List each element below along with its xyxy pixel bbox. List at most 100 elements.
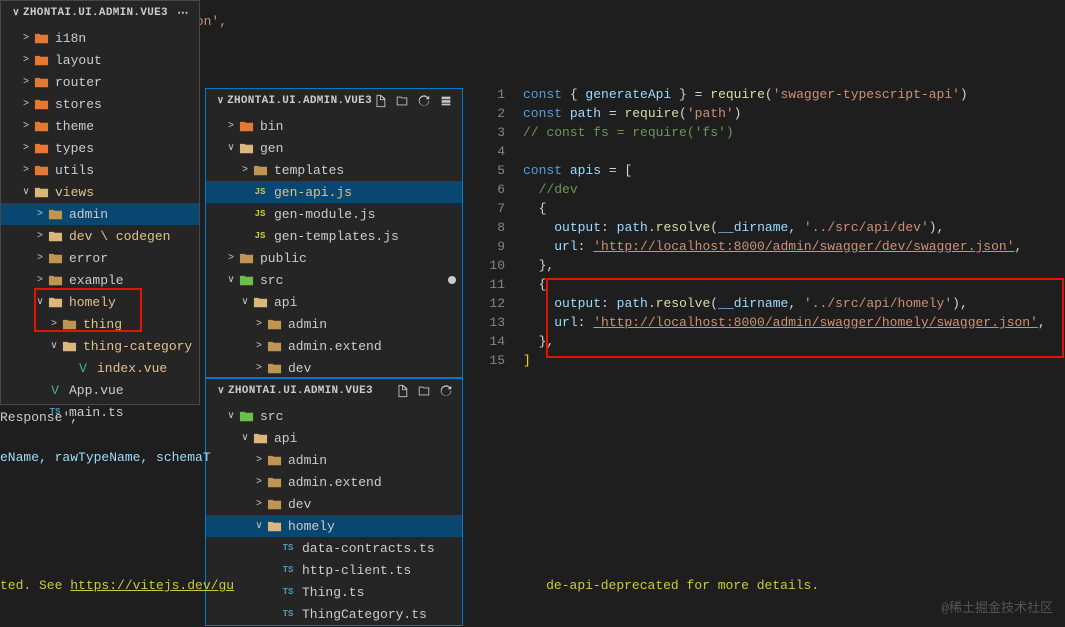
new-folder-icon[interactable]: [416, 383, 432, 399]
folder-item[interactable]: > admin: [1, 203, 199, 225]
chevron-icon[interactable]: ∨: [224, 274, 238, 286]
chevron-icon[interactable]: >: [224, 253, 238, 264]
folder-item[interactable]: ∨thing-category: [1, 335, 199, 357]
chevron-icon[interactable]: >: [252, 455, 266, 466]
chevron-icon[interactable]: >: [252, 341, 266, 352]
chevron-icon[interactable]: ∨: [47, 340, 61, 352]
chevron-down-icon[interactable]: ∨: [214, 95, 227, 107]
folder-item[interactable]: >thing: [1, 313, 199, 335]
folder-item[interactable]: >dev \ codegen: [1, 225, 199, 247]
chevron-icon[interactable]: >: [33, 231, 47, 242]
chevron-icon[interactable]: >: [252, 363, 266, 374]
explorer-title: ZHONTAI.UI.ADMIN.VUE3: [228, 385, 394, 397]
chevron-icon[interactable]: >: [19, 33, 33, 44]
output-fragment-1: Response',: [0, 410, 78, 425]
file-item[interactable]: Vindex.vue: [1, 357, 199, 379]
folder-item[interactable]: >router: [1, 71, 199, 93]
folder-item[interactable]: ∨views: [1, 181, 199, 203]
explorer-panel-1: ∨ ZHONTAI.UI.ADMIN.VUE3 ⋯ >i18n>layout>r…: [0, 0, 200, 405]
refresh-icon[interactable]: [438, 383, 454, 399]
chevron-icon[interactable]: >: [238, 165, 252, 176]
chevron-icon[interactable]: >: [19, 143, 33, 154]
chevron-icon[interactable]: >: [252, 499, 266, 510]
folder-item[interactable]: >stores: [1, 93, 199, 115]
chevron-icon[interactable]: >: [252, 477, 266, 488]
chevron-icon[interactable]: ∨: [224, 410, 238, 422]
folder-item[interactable]: ∨api: [206, 291, 462, 313]
item-label: src: [260, 273, 283, 288]
chevron-icon[interactable]: >: [33, 253, 47, 264]
folder-item[interactable]: >dev: [206, 357, 462, 379]
file-item[interactable]: VApp.vue: [1, 379, 199, 401]
chevron-icon[interactable]: >: [33, 275, 47, 286]
explorer-header-2[interactable]: ∨ ZHONTAI.UI.ADMIN.VUE3: [206, 89, 462, 113]
item-label: admin: [288, 317, 327, 332]
chevron-icon[interactable]: >: [19, 77, 33, 88]
file-item[interactable]: TSdata-contracts.ts: [206, 537, 462, 559]
code-content[interactable]: const { generateApi } = require('swagger…: [523, 85, 1046, 370]
options-icon[interactable]: ⋯: [175, 5, 191, 21]
chevron-icon[interactable]: >: [19, 99, 33, 110]
chevron-icon[interactable]: ∨: [238, 296, 252, 308]
folder-item[interactable]: ∨gen: [206, 137, 462, 159]
explorer-header-1[interactable]: ∨ ZHONTAI.UI.ADMIN.VUE3 ⋯: [1, 1, 199, 25]
chevron-icon[interactable]: >: [47, 319, 61, 330]
chevron-icon[interactable]: ∨: [33, 296, 47, 308]
chevron-icon[interactable]: >: [19, 165, 33, 176]
chevron-icon[interactable]: ∨: [19, 186, 33, 198]
folder-icon: [33, 184, 49, 200]
folder-icon: [266, 474, 282, 490]
folder-item[interactable]: ∨ src: [206, 269, 462, 291]
file-item[interactable]: JSgen-templates.js: [206, 225, 462, 247]
item-label: dev: [288, 497, 311, 512]
item-label: admin.extend: [288, 339, 382, 354]
chevron-icon[interactable]: ∨: [238, 432, 252, 444]
folder-icon: [47, 250, 63, 266]
folder-item[interactable]: >templates: [206, 159, 462, 181]
folder-item[interactable]: > admin: [206, 313, 462, 335]
chevron-down-icon[interactable]: ∨: [214, 385, 228, 397]
item-label: gen-api.js: [274, 185, 352, 200]
chevron-icon[interactable]: >: [19, 121, 33, 132]
file-item[interactable]: TSThingCategory.ts: [206, 603, 462, 625]
folder-item[interactable]: >public: [206, 247, 462, 269]
folder-item[interactable]: >admin.extend: [206, 471, 462, 493]
folder-item[interactable]: ∨homely: [206, 515, 462, 537]
folder-icon: [47, 272, 63, 288]
folder-icon: [238, 272, 254, 288]
folder-item[interactable]: >types: [1, 137, 199, 159]
folder-item[interactable]: ∨homely: [1, 291, 199, 313]
chevron-icon[interactable]: >: [33, 209, 47, 220]
folder-item[interactable]: ∨api: [206, 427, 462, 449]
chevron-icon[interactable]: >: [252, 319, 266, 330]
folder-item[interactable]: >bin: [206, 115, 462, 137]
chevron-down-icon[interactable]: ∨: [9, 7, 23, 19]
file-item[interactable]: JSgen-api.js: [206, 181, 462, 203]
folder-item[interactable]: >utils: [1, 159, 199, 181]
code-editor[interactable]: 123456789101112131415 const { generateAp…: [475, 0, 1065, 400]
refresh-icon[interactable]: [416, 93, 432, 109]
folder-icon: [33, 74, 49, 90]
folder-item[interactable]: >example: [1, 269, 199, 291]
file-item[interactable]: JSgen-module.js: [206, 203, 462, 225]
chevron-icon[interactable]: >: [19, 55, 33, 66]
folder-item[interactable]: > dev: [206, 493, 462, 515]
folder-icon: [252, 430, 268, 446]
folder-item[interactable]: >admin: [206, 449, 462, 471]
folder-item[interactable]: >theme: [1, 115, 199, 137]
new-folder-icon[interactable]: [394, 93, 410, 109]
new-file-icon[interactable]: [372, 93, 388, 109]
folder-item[interactable]: >layout: [1, 49, 199, 71]
new-file-icon[interactable]: [394, 383, 410, 399]
folder-item[interactable]: ∨src: [206, 405, 462, 427]
folder-item[interactable]: > admin.extend: [206, 335, 462, 357]
explorer-title: ZHONTAI.UI.ADMIN.VUE3: [23, 7, 175, 19]
chevron-icon[interactable]: >: [224, 121, 238, 132]
chevron-icon[interactable]: ∨: [252, 520, 266, 532]
folder-item[interactable]: >i18n: [1, 27, 199, 49]
collapse-icon[interactable]: [438, 93, 454, 109]
explorer-header-3[interactable]: ∨ ZHONTAI.UI.ADMIN.VUE3: [206, 379, 462, 403]
folder-item[interactable]: >error: [1, 247, 199, 269]
chevron-icon[interactable]: ∨: [224, 142, 238, 154]
item-label: admin: [69, 207, 108, 222]
